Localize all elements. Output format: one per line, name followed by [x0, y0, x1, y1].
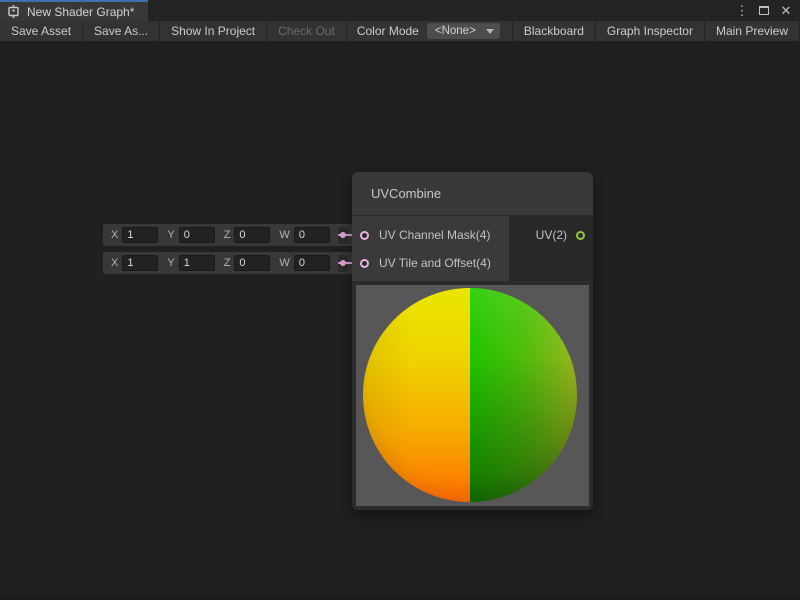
x-value-field[interactable] — [122, 227, 158, 243]
shader-preview — [356, 285, 589, 506]
z-value-field[interactable] — [234, 227, 270, 243]
graph-canvas[interactable]: X Y Z W X Y Z W UVCombine UV Channel Mas… — [0, 43, 800, 597]
x-value-field[interactable] — [122, 255, 158, 271]
input-port-icon-vector4[interactable] — [360, 259, 369, 268]
tab-title: New Shader Graph* — [27, 5, 134, 19]
input-port-label: UV Channel Mask(4) — [379, 228, 490, 242]
check-out-button: Check Out — [267, 21, 347, 41]
w-axis-label: W — [279, 257, 289, 269]
output-port-label: UV(2) — [536, 228, 567, 242]
y-value-field[interactable] — [179, 255, 215, 271]
z-axis-label: Z — [224, 257, 231, 269]
x-axis-label: X — [111, 257, 118, 269]
vector4-input-row-1[interactable]: X Y Z W — [103, 224, 353, 246]
toolbar-right-group: Blackboard Graph Inspector Main Preview — [512, 21, 800, 41]
z-axis-label: Z — [224, 229, 231, 241]
w-value-field[interactable] — [294, 255, 330, 271]
output-port-row: UV(2) — [509, 221, 593, 249]
input-port-icon-vector4[interactable] — [360, 231, 369, 240]
color-mode-label: Color Mode — [347, 21, 427, 41]
x-axis-label: X — [111, 229, 118, 241]
blackboard-toggle-button[interactable]: Blackboard — [513, 21, 596, 41]
window-menu-icon[interactable]: ⋮ — [734, 3, 750, 19]
node-preview-area — [352, 281, 593, 510]
w-axis-label: W — [279, 229, 289, 241]
y-axis-label: Y — [167, 257, 174, 269]
save-asset-button[interactable]: Save Asset — [0, 21, 83, 41]
graph-inspector-toggle-button[interactable]: Graph Inspector — [596, 21, 705, 41]
close-icon[interactable]: ✕ — [778, 3, 794, 19]
document-tab[interactable]: New Shader Graph* — [0, 0, 148, 21]
color-mode-dropdown[interactable]: <None> — [427, 23, 500, 39]
preview-sphere-left-uv — [363, 288, 470, 502]
show-in-project-button[interactable]: Show In Project — [160, 21, 267, 41]
main-preview-toggle-button[interactable]: Main Preview — [705, 21, 800, 41]
input-port-label: UV Tile and Offset(4) — [379, 256, 491, 270]
z-value-field[interactable] — [234, 255, 270, 271]
save-as-button[interactable]: Save As... — [83, 21, 160, 41]
vector4-input-row-2[interactable]: X Y Z W — [103, 252, 353, 274]
node-ports: UV Channel Mask(4) UV Tile and Offset(4)… — [352, 216, 593, 281]
preview-sphere — [363, 288, 577, 502]
shader-toolbar: Save Asset Save As... Show In Project Ch… — [0, 21, 800, 42]
node-output-panel: UV(2) — [509, 216, 593, 281]
shader-graph-icon — [7, 5, 20, 18]
chevron-down-icon — [486, 29, 494, 34]
y-value-field[interactable] — [179, 227, 215, 243]
window-controls: ⋮ ✕ — [734, 0, 800, 21]
w-value-field[interactable] — [294, 227, 330, 243]
node-input-panel: UV Channel Mask(4) UV Tile and Offset(4) — [352, 216, 509, 281]
tab-bar: New Shader Graph* ⋮ ✕ — [0, 0, 800, 21]
input-port-row: UV Tile and Offset(4) — [352, 249, 509, 277]
preview-sphere-right-uv — [470, 288, 577, 502]
maximize-icon[interactable] — [756, 3, 772, 19]
color-mode-value: <None> — [435, 25, 476, 37]
node-title[interactable]: UVCombine — [352, 172, 593, 216]
output-port-icon-vector2[interactable] — [576, 231, 585, 240]
node-uvcombine[interactable]: UVCombine UV Channel Mask(4) UV Tile and… — [352, 172, 593, 510]
input-port-row: UV Channel Mask(4) — [352, 221, 509, 249]
y-axis-label: Y — [167, 229, 174, 241]
